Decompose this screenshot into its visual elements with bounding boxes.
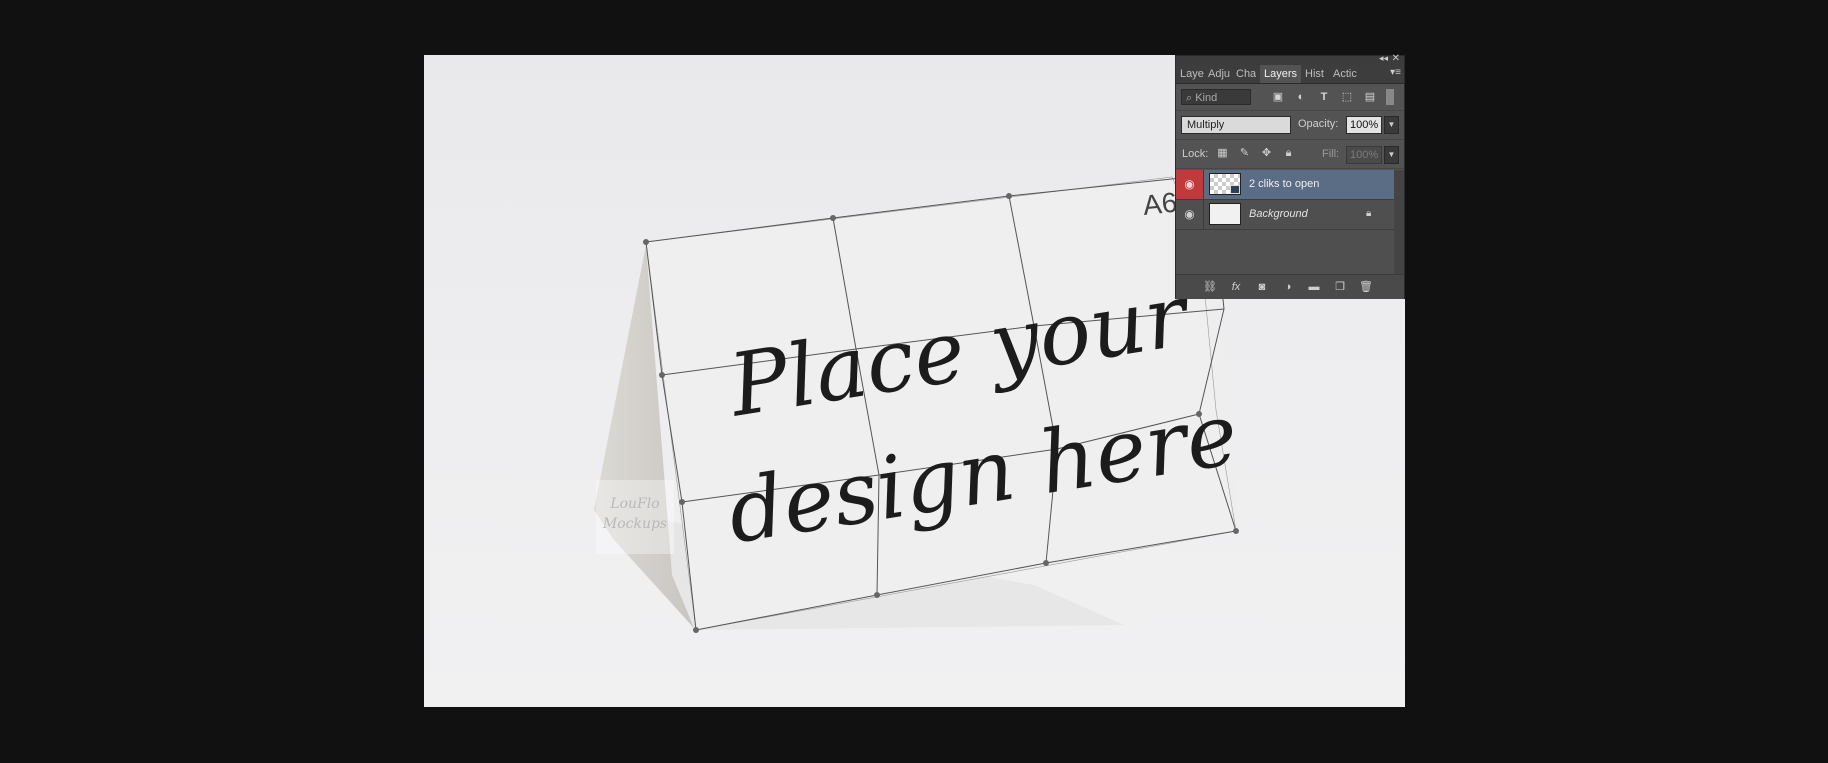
layer-row-smart-object[interactable]: ◉ 2 cliks to open xyxy=(1176,170,1394,200)
lock-image-pixels-icon[interactable]: ✎ xyxy=(1238,147,1251,160)
shape-filter-icon[interactable]: ⬚ xyxy=(1340,90,1354,104)
smart-object-filter-icon[interactable]: ▤ xyxy=(1363,90,1377,104)
layer-name[interactable]: Background xyxy=(1249,200,1308,229)
size-label: A6 xyxy=(1141,187,1178,221)
watermark-line-1: LouFlo xyxy=(610,496,660,512)
layers-list: ◉ 2 cliks to open ◉ Background 🔒︎ xyxy=(1176,170,1394,274)
tab-history[interactable]: Hist xyxy=(1301,65,1329,83)
lock-label: Lock: xyxy=(1182,148,1209,160)
layers-scrollbar[interactable] xyxy=(1394,170,1404,274)
link-layers-icon[interactable]: ⛓ xyxy=(1202,280,1218,294)
watermark-line-2: Mockups xyxy=(602,516,668,532)
opacity-input[interactable]: 100% xyxy=(1346,116,1382,134)
opacity-label: Opacity: xyxy=(1298,118,1339,130)
fill-label: Fill: xyxy=(1322,148,1340,160)
opacity-dropdown-icon[interactable]: ▼ xyxy=(1384,116,1399,134)
lock-all-icon[interactable]: 🔒︎ xyxy=(1282,147,1295,160)
blend-mode-select[interactable]: Multiply xyxy=(1181,116,1291,134)
panel-footer: ⛓ fx ◙ ◑ ▬ ❐ 🗑︎ xyxy=(1176,274,1404,299)
tab-layers[interactable]: Layers xyxy=(1260,65,1302,83)
adjustment-filter-icon[interactable]: ◐ xyxy=(1294,90,1308,104)
new-layer-icon[interactable]: ❐ xyxy=(1332,280,1348,294)
add-mask-icon[interactable]: ◙ xyxy=(1254,280,1270,294)
new-group-icon[interactable]: ▬ xyxy=(1306,280,1322,294)
close-icon[interactable]: ✕ xyxy=(1392,53,1400,64)
image-filter-icon[interactable]: ▣ xyxy=(1271,90,1285,104)
lock-position-icon[interactable]: ✥ xyxy=(1260,147,1273,160)
tab-adjustments[interactable]: Adju xyxy=(1204,65,1232,83)
adjustment-layer-icon[interactable]: ◑ xyxy=(1280,280,1296,294)
lock-row: Lock: ▦ ✎ ✥ 🔒︎ Fill: 100% ▼ xyxy=(1176,140,1404,169)
layer-row-background[interactable]: ◉ Background 🔒︎ xyxy=(1176,200,1394,230)
smart-object-badge-icon xyxy=(1230,185,1240,194)
blend-row: Multiply Opacity: 100% ▼ xyxy=(1176,111,1404,140)
layer-thumbnail[interactable] xyxy=(1209,173,1241,195)
visibility-eye-icon[interactable]: ◉ xyxy=(1176,170,1204,199)
panel-tabs: Laye Adju Cha Layers Hist Actic ▾≡ xyxy=(1176,65,1404,84)
fx-icon[interactable]: fx xyxy=(1228,280,1244,294)
tab-actions[interactable]: Actic xyxy=(1329,65,1367,83)
tab-layer-comps[interactable]: Laye xyxy=(1176,65,1204,83)
delete-layer-icon[interactable]: 🗑︎ xyxy=(1358,280,1374,294)
lock-transparent-pixels-icon[interactable]: ▦ xyxy=(1216,147,1229,160)
kind-filter-select[interactable]: ⌕ Kind xyxy=(1181,89,1251,105)
watermark: LouFlo Mockups xyxy=(596,480,674,554)
fill-dropdown-icon[interactable]: ▼ xyxy=(1384,146,1399,164)
layer-thumbnail[interactable] xyxy=(1209,203,1241,225)
panel-menu-icon[interactable]: ▾≡ xyxy=(1390,67,1401,78)
visibility-eye-icon[interactable]: ◉ xyxy=(1176,200,1204,229)
type-filter-icon[interactable]: T xyxy=(1317,90,1331,104)
panel-titlebar[interactable]: ◂◂ ✕ xyxy=(1176,53,1404,65)
fill-input[interactable]: 100% xyxy=(1346,146,1382,164)
layer-lock-icon: 🔒︎ xyxy=(1366,208,1372,219)
filter-row: ⌕ Kind ▣ ◐ T ⬚ ▤ xyxy=(1176,84,1404,111)
filter-toggle-switch[interactable] xyxy=(1386,89,1394,105)
layers-panel: ◂◂ ✕ Laye Adju Cha Layers Hist Actic ▾≡ … xyxy=(1175,53,1405,299)
layer-name[interactable]: 2 cliks to open xyxy=(1249,170,1319,199)
collapse-icon[interactable]: ◂◂ xyxy=(1379,53,1388,64)
tab-channels[interactable]: Cha xyxy=(1232,65,1260,83)
